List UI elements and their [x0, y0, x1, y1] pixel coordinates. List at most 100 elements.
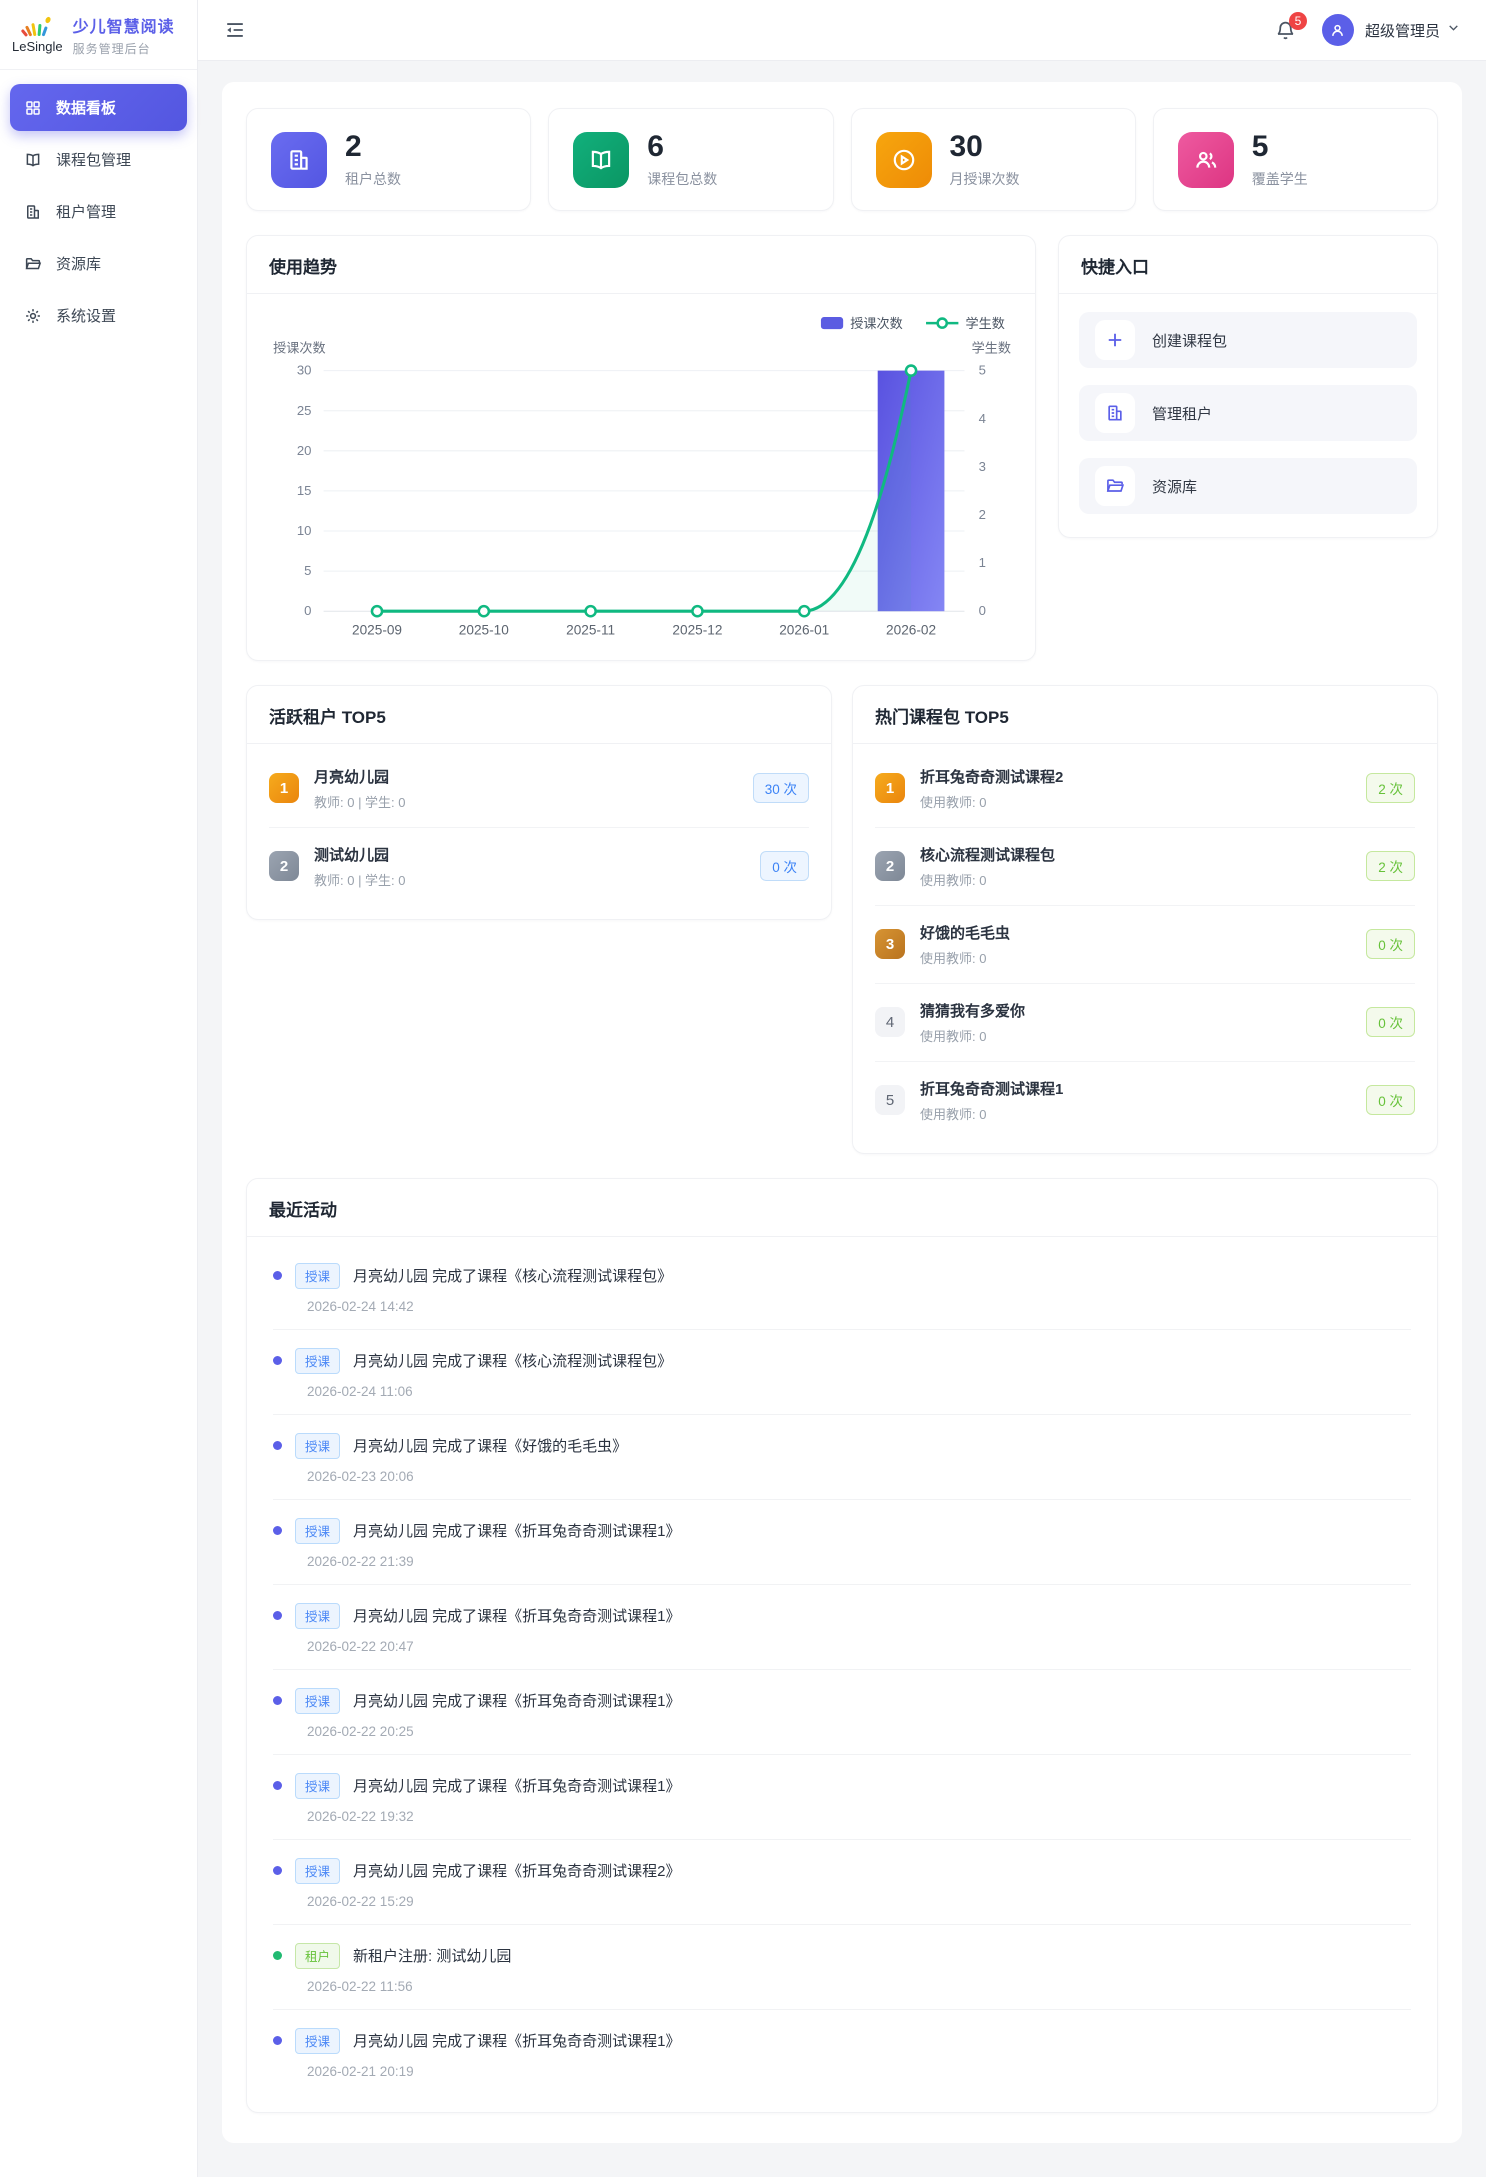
tenant-name: 测试幼儿园 [314, 847, 389, 864]
svg-text:学生数: 学生数 [972, 340, 1011, 355]
sidebar-item-label: 课程包管理 [56, 149, 131, 170]
activity-dot [273, 1271, 282, 1280]
tenant-list-item[interactable]: 2 测试幼儿园 教师: 0 | 学生: 0 0 次 [269, 827, 809, 905]
activity-message: 月亮幼儿园 完成了课程《折耳兔奇奇测试课程1》 [353, 1775, 681, 1796]
trend-and-quicklinks-row: 使用趋势 051015202530012345授课次数学生数2025-09202… [246, 235, 1438, 661]
lesingle-logo-icon [19, 16, 55, 38]
tenant-meta: 教师: 0 | 学生: 0 [314, 870, 745, 889]
sidebar-collapse-button[interactable] [224, 19, 246, 41]
dashboard-container: 2 租户总数 6 课程包总数 [222, 82, 1462, 2143]
dashboard-icon [24, 99, 42, 117]
app-root: LeSingle 少儿智慧阅读 服务管理后台 数据看板 课程包管理 [0, 0, 1486, 2177]
quick-link-resources[interactable]: 资源库 [1079, 458, 1417, 514]
sidebar-item-course-packages[interactable]: 课程包管理 [10, 136, 187, 183]
rank-badge: 3 [875, 929, 905, 959]
activity-message: 新租户注册: 测试幼儿园 [353, 1945, 511, 1966]
stat-card-monthly-lessons: 30 月授课次数 [851, 108, 1136, 211]
activity-tag: 授课 [295, 1518, 340, 1544]
svg-text:5: 5 [979, 363, 986, 378]
course-name: 好饿的毛毛虫 [920, 925, 1010, 942]
topbar: 5 超级管理员 [198, 0, 1486, 61]
notifications-button[interactable]: 5 [1275, 20, 1296, 41]
topbar-right: 5 超级管理员 [1275, 14, 1460, 46]
activity-time: 2026-02-22 11:56 [307, 1979, 1411, 1994]
svg-text:0: 0 [304, 603, 311, 618]
activity-item: 授课 月亮幼儿园 完成了课程《折耳兔奇奇测试课程1》 2026-02-22 21… [273, 1500, 1411, 1585]
course-meta: 使用教师: 0 [920, 1104, 1351, 1123]
activity-dot [273, 1781, 282, 1790]
tenant-meta: 教师: 0 | 学生: 0 [314, 792, 738, 811]
svg-text:2025-10: 2025-10 [459, 622, 509, 637]
play-circle-icon [891, 147, 917, 173]
user-avatar[interactable] [1322, 14, 1354, 46]
activity-time: 2026-02-24 14:42 [307, 1299, 1411, 1314]
sidebar-item-tenants[interactable]: 租户管理 [10, 188, 187, 235]
tenant-list-item[interactable]: 1 月亮幼儿园 教师: 0 | 学生: 0 30 次 [269, 750, 809, 827]
active-tenants-card: 活跃租户 TOP5 1 月亮幼儿园 教师: 0 | 学生: 0 30 次 [246, 685, 832, 920]
course-list-item[interactable]: 2 核心流程测试课程包 使用教师: 0 2 次 [875, 827, 1415, 905]
activity-message: 月亮幼儿园 完成了课程《折耳兔奇奇测试课程1》 [353, 1605, 681, 1626]
stat-icon-wrap [271, 132, 327, 188]
activity-item: 授课 月亮幼儿园 完成了课程《好饿的毛毛虫》 2026-02-23 20:06 [273, 1415, 1411, 1500]
activity-item: 授课 月亮幼儿园 完成了课程《折耳兔奇奇测试课程1》 2026-02-22 20… [273, 1585, 1411, 1670]
hot-courses-card: 热门课程包 TOP5 1 折耳兔奇奇测试课程2 使用教师: 0 2 次 [852, 685, 1438, 1154]
activity-message: 月亮幼儿园 完成了课程《折耳兔奇奇测试课程1》 [353, 1520, 681, 1541]
activity-time: 2026-02-22 19:32 [307, 1809, 1411, 1824]
sidebar-item-label: 系统设置 [56, 305, 116, 326]
activity-time: 2026-02-22 21:39 [307, 1554, 1411, 1569]
course-name: 核心流程测试课程包 [920, 847, 1055, 864]
sidebar-item-settings[interactable]: 系统设置 [10, 292, 187, 339]
sidebar-item-resources[interactable]: 资源库 [10, 240, 187, 287]
activity-dot [273, 1611, 282, 1620]
sidebar-item-label: 资源库 [56, 253, 101, 274]
brand-logo-mark: LeSingle [12, 16, 63, 54]
quick-link-create-course[interactable]: 创建课程包 [1079, 312, 1417, 368]
activity-message: 月亮幼儿园 完成了课程《折耳兔奇奇测试课程2》 [353, 1860, 681, 1881]
activity-dot [273, 1696, 282, 1705]
course-meta: 使用教师: 0 [920, 870, 1351, 889]
usage-trend-card: 使用趋势 051015202530012345授课次数学生数2025-09202… [246, 235, 1036, 661]
stat-icon-wrap [876, 132, 932, 188]
plus-icon [1105, 330, 1125, 350]
course-list-item[interactable]: 5 折耳兔奇奇测试课程1 使用教师: 0 0 次 [875, 1061, 1415, 1139]
user-menu-toggle[interactable] [1447, 21, 1460, 39]
course-list-item[interactable]: 1 折耳兔奇奇测试课程2 使用教师: 0 2 次 [875, 750, 1415, 827]
activity-tag: 授课 [295, 1263, 340, 1289]
activity-dot [273, 1356, 282, 1365]
sidebar-item-dashboard[interactable]: 数据看板 [10, 84, 187, 131]
stat-label: 课程包总数 [647, 169, 717, 189]
lesson-count-badge: 30 次 [753, 773, 809, 803]
chevron-down-icon [1447, 21, 1460, 34]
person-icon [1329, 22, 1346, 39]
page-content: 2 租户总数 6 课程包总数 [198, 61, 1486, 2177]
usage-trend-header: 使用趋势 [247, 236, 1035, 294]
svg-text:30: 30 [297, 363, 312, 378]
course-meta: 使用教师: 0 [920, 948, 1351, 967]
use-count-badge: 2 次 [1366, 851, 1415, 881]
hot-courses-title: 热门课程包 TOP5 [875, 708, 1009, 727]
folder-icon [1105, 476, 1125, 496]
user-name[interactable]: 超级管理员 [1365, 20, 1440, 41]
svg-text:10: 10 [297, 523, 312, 538]
recent-activity-title: 最近活动 [269, 1201, 337, 1220]
activity-message: 月亮幼儿园 完成了课程《折耳兔奇奇测试课程1》 [353, 2030, 681, 2051]
recent-activity-list: 授课 月亮幼儿园 完成了课程《核心流程测试课程包》 2026-02-24 14:… [247, 1237, 1437, 2112]
building-icon [286, 147, 312, 173]
course-list-item[interactable]: 4 猜猜我有多爱你 使用教师: 0 0 次 [875, 983, 1415, 1061]
activity-dot [273, 2036, 282, 2045]
activity-tag: 授课 [295, 2028, 340, 2054]
activity-tag: 授课 [295, 1433, 340, 1459]
course-list-item[interactable]: 3 好饿的毛毛虫 使用教师: 0 0 次 [875, 905, 1415, 983]
use-count-badge: 0 次 [1366, 1007, 1415, 1037]
svg-text:2: 2 [979, 507, 986, 522]
stat-icon-wrap [573, 132, 629, 188]
recent-activity-card: 最近活动 授课 月亮幼儿园 完成了课程《核心流程测试课程包》 2026-02-2… [246, 1178, 1438, 2113]
quick-links-title: 快捷入口 [1081, 258, 1149, 277]
usage-trend-title: 使用趋势 [269, 258, 337, 277]
lesson-count-badge: 0 次 [760, 851, 809, 881]
quick-link-manage-tenants[interactable]: 管理租户 [1079, 385, 1417, 441]
svg-text:授课次数: 授课次数 [273, 340, 326, 355]
brand-titles: 少儿智慧阅读 服务管理后台 [73, 13, 175, 57]
course-name: 猜猜我有多爱你 [920, 1003, 1025, 1020]
activity-time: 2026-02-23 20:06 [307, 1469, 1411, 1484]
